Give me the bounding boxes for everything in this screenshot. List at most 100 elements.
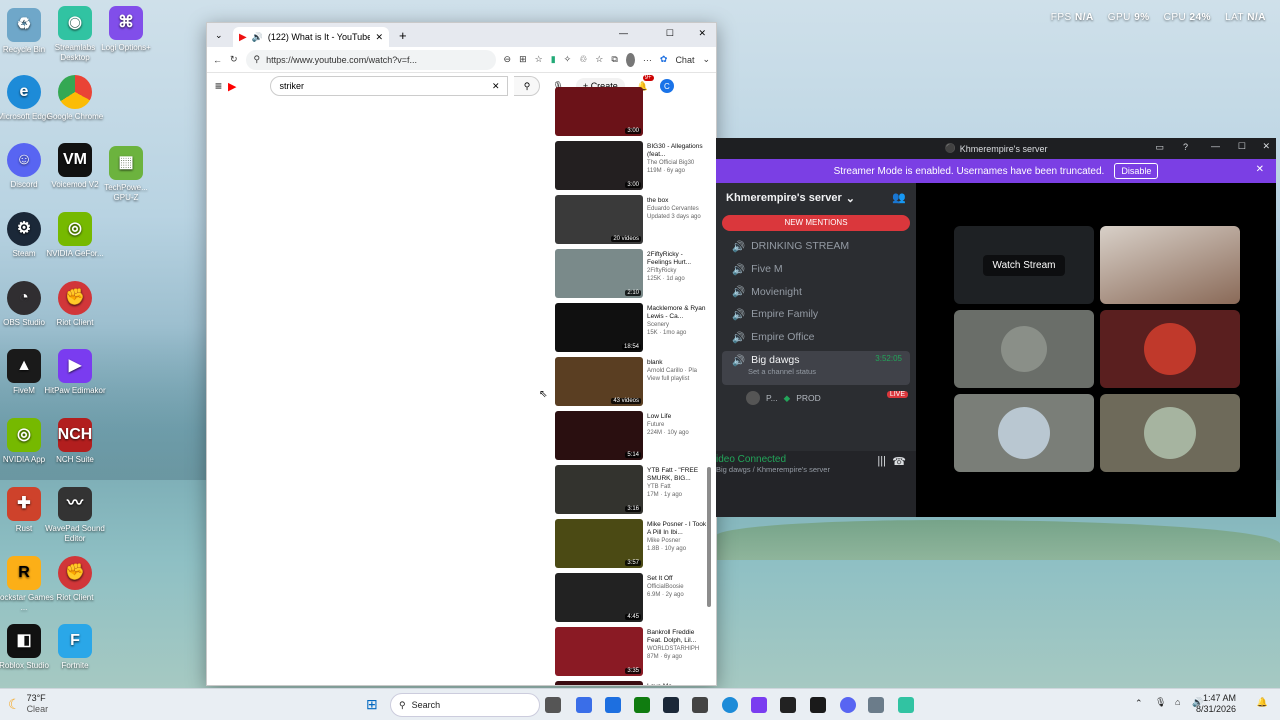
apps-icon[interactable]: ⊞ (519, 54, 527, 65)
new-mentions-pill[interactable]: NEW MENTIONS (722, 215, 910, 231)
list-item[interactable]: 4:45 Set It Off OfficialBoosie 6.9M · 2y… (555, 569, 707, 623)
list-item[interactable]: 3:35 Bankroll Freddie Feat. Dolph, Lil..… (555, 623, 707, 677)
speaker-icon[interactable]: 🔊 (252, 32, 263, 43)
desktop-icon-riot-client-2[interactable]: ✊ Riot Client (43, 556, 107, 603)
back-icon[interactable]: ← (213, 55, 222, 65)
disconnect-icon[interactable]: ☎ (892, 455, 906, 468)
address-bar[interactable]: ⚲ https://www.youtube.com/watch?v=f... (245, 49, 496, 70)
voice-channel[interactable]: 🔊 Five M (716, 258, 916, 281)
user-tile[interactable] (1100, 394, 1240, 472)
scrollbar-thumb[interactable] (707, 467, 711, 607)
video-channel[interactable]: WORLDSTARHIPH (647, 645, 707, 653)
video-thumbnail[interactable]: 3:00 (555, 141, 643, 190)
stream-tile[interactable]: Watch Stream (954, 226, 1094, 304)
show-hidden-icon[interactable]: ⌃ (1135, 698, 1143, 709)
video-thumbnail[interactable]: 3:16 (555, 465, 643, 514)
search-button[interactable]: ⚲ (514, 76, 541, 96)
close-tab-icon[interactable]: ✕ (375, 32, 383, 43)
voice-channel[interactable]: 🔊 DRINKING STREAM (716, 235, 916, 258)
video-channel[interactable]: Scenery (647, 321, 707, 329)
desktop-icon-gpuz[interactable]: ▦ TechPowe... GPU-Z (94, 146, 158, 203)
video-title[interactable]: the box (647, 197, 707, 205)
clock[interactable]: 1:47 AM 8/31/2026 (1196, 693, 1236, 715)
tab-list-icon[interactable]: ⌄ (215, 30, 223, 41)
desktop-icon-nvidia-geforce[interactable]: ◎ NVIDIA GeFor... (43, 212, 107, 259)
user-tile[interactable] (954, 310, 1094, 388)
voice-channel[interactable]: 🔊 Movienight (716, 280, 916, 303)
youtube-logo[interactable]: ▶ (228, 80, 236, 93)
webcam-tile[interactable] (1100, 226, 1240, 304)
network-icon[interactable]: ⌂ (1175, 697, 1180, 707)
list-item[interactable]: Love Me Lil Wayne (555, 677, 707, 685)
maximize-icon[interactable]: ☐ (666, 28, 674, 39)
scrollbar[interactable] (707, 97, 712, 681)
video-title[interactable]: Macklemore & Ryan Lewis - Ca... (647, 305, 707, 321)
video-thumbnail[interactable]: 43 videos (555, 357, 643, 406)
video-thumbnail[interactable]: 3:57 (555, 519, 643, 568)
edge-icon[interactable] (722, 697, 738, 713)
hitpaw-icon[interactable] (751, 697, 767, 713)
list-item[interactable]: 5:14 Low Life Future 224M · 10y ago (555, 407, 707, 461)
video-thumbnail[interactable]: 3:00 (555, 87, 643, 136)
video-title[interactable]: Set It Off (647, 575, 707, 583)
microphone-icon[interactable]: 🎙 (1155, 697, 1166, 708)
taskbar-app-icon[interactable] (576, 697, 592, 713)
video-channel[interactable]: Eduardo Cervantes (647, 205, 707, 213)
favorites-icon[interactable]: ☆ (595, 54, 603, 65)
zoom-icon[interactable]: ⊖ (504, 54, 512, 65)
desktop-icon-nch[interactable]: NCH NCH Suite (43, 418, 107, 465)
steam-icon[interactable] (663, 697, 679, 713)
reload-icon[interactable]: ↻ (230, 54, 238, 65)
profile-avatar[interactable] (625, 52, 635, 67)
video-channel[interactable]: The Official Big30 (647, 159, 707, 167)
inbox-icon[interactable]: ▭ (1155, 142, 1164, 153)
video-channel[interactable]: YTB Fatt (647, 483, 707, 491)
taskbar-search[interactable]: ⚲ Search (390, 693, 540, 717)
site-info-icon[interactable]: ⚲ (254, 54, 261, 65)
epic-games-icon[interactable] (780, 697, 796, 713)
list-item[interactable]: 3:57 Mike Posner - I Took A Pill In Ibi.… (555, 515, 707, 569)
chat-dropdown-icon[interactable]: ⌄ (702, 54, 710, 65)
video-thumbnail[interactable]: 18:54 (555, 303, 643, 352)
video-channel[interactable]: 2FiftyRicky (647, 267, 707, 275)
favorite-icon[interactable]: ☆ (535, 54, 543, 65)
taskbar-app-icon[interactable] (692, 697, 708, 713)
channel-status[interactable]: Set a channel status (748, 367, 900, 376)
desktop-icon-wavepad[interactable]: 〰 WavePad Sound Editor (43, 487, 107, 544)
video-thumbnail[interactable] (555, 681, 643, 685)
voice-member[interactable]: P... ◆ PROD LIVE (716, 385, 916, 406)
streamlabs-icon[interactable] (898, 697, 914, 713)
settings-icon[interactable] (868, 697, 884, 713)
more-icon[interactable]: ··· (643, 55, 652, 65)
video-title[interactable]: blank (647, 359, 707, 367)
desktop-icon-fortnite[interactable]: F Fortnite (43, 624, 107, 671)
user-tile[interactable] (954, 394, 1094, 472)
video-channel[interactable]: Mike Posner (647, 537, 707, 545)
noise-icon[interactable]: ||| (877, 455, 886, 467)
close-banner-icon[interactable]: ✕ (1256, 164, 1264, 175)
copilot-icon[interactable]: ✿ (660, 54, 668, 65)
menu-icon[interactable]: ≡ (215, 79, 222, 93)
collections-icon[interactable]: ⧉ (611, 54, 617, 65)
account-avatar[interactable]: C (659, 79, 674, 93)
fivem-icon[interactable] (810, 697, 826, 713)
video-title[interactable]: Bankroll Freddie Feat. Dolph, Lil... (647, 629, 707, 645)
video-title[interactable]: Love Me (647, 683, 707, 685)
video-title[interactable]: Mike Posner - I Took A Pill In Ibi... (647, 521, 707, 537)
help-icon[interactable]: ? (1183, 142, 1188, 152)
minimize-icon[interactable]: — (619, 28, 628, 38)
search-input[interactable]: striker ✕ (270, 76, 509, 96)
voice-channel[interactable]: 🔊 Empire Office (716, 326, 916, 349)
notification-bell-icon[interactable]: 🔔 (1257, 697, 1268, 708)
desktop-icon-riot-client[interactable]: ✊ Riot Client (43, 281, 107, 328)
tab-youtube[interactable]: ▶ 🔊 (122) What is It - YouTube ✕ (233, 27, 389, 47)
list-item[interactable]: 20 videos the box Eduardo Cervantes Upda… (555, 191, 707, 245)
desktop-icon-hitpaw[interactable]: ▶ HitPaw Edimakor (43, 349, 107, 396)
minimize-icon[interactable]: — (1211, 141, 1220, 151)
watch-stream-button[interactable]: Watch Stream (982, 254, 1066, 276)
video-thumbnail[interactable]: 5:14 (555, 411, 643, 460)
start-icon[interactable]: ⊞ (366, 696, 378, 713)
video-title[interactable]: 2FiftyRicky - Feelings Hurt... (647, 251, 707, 267)
user-tile[interactable] (1100, 310, 1240, 388)
clear-search-icon[interactable]: ✕ (492, 81, 500, 92)
